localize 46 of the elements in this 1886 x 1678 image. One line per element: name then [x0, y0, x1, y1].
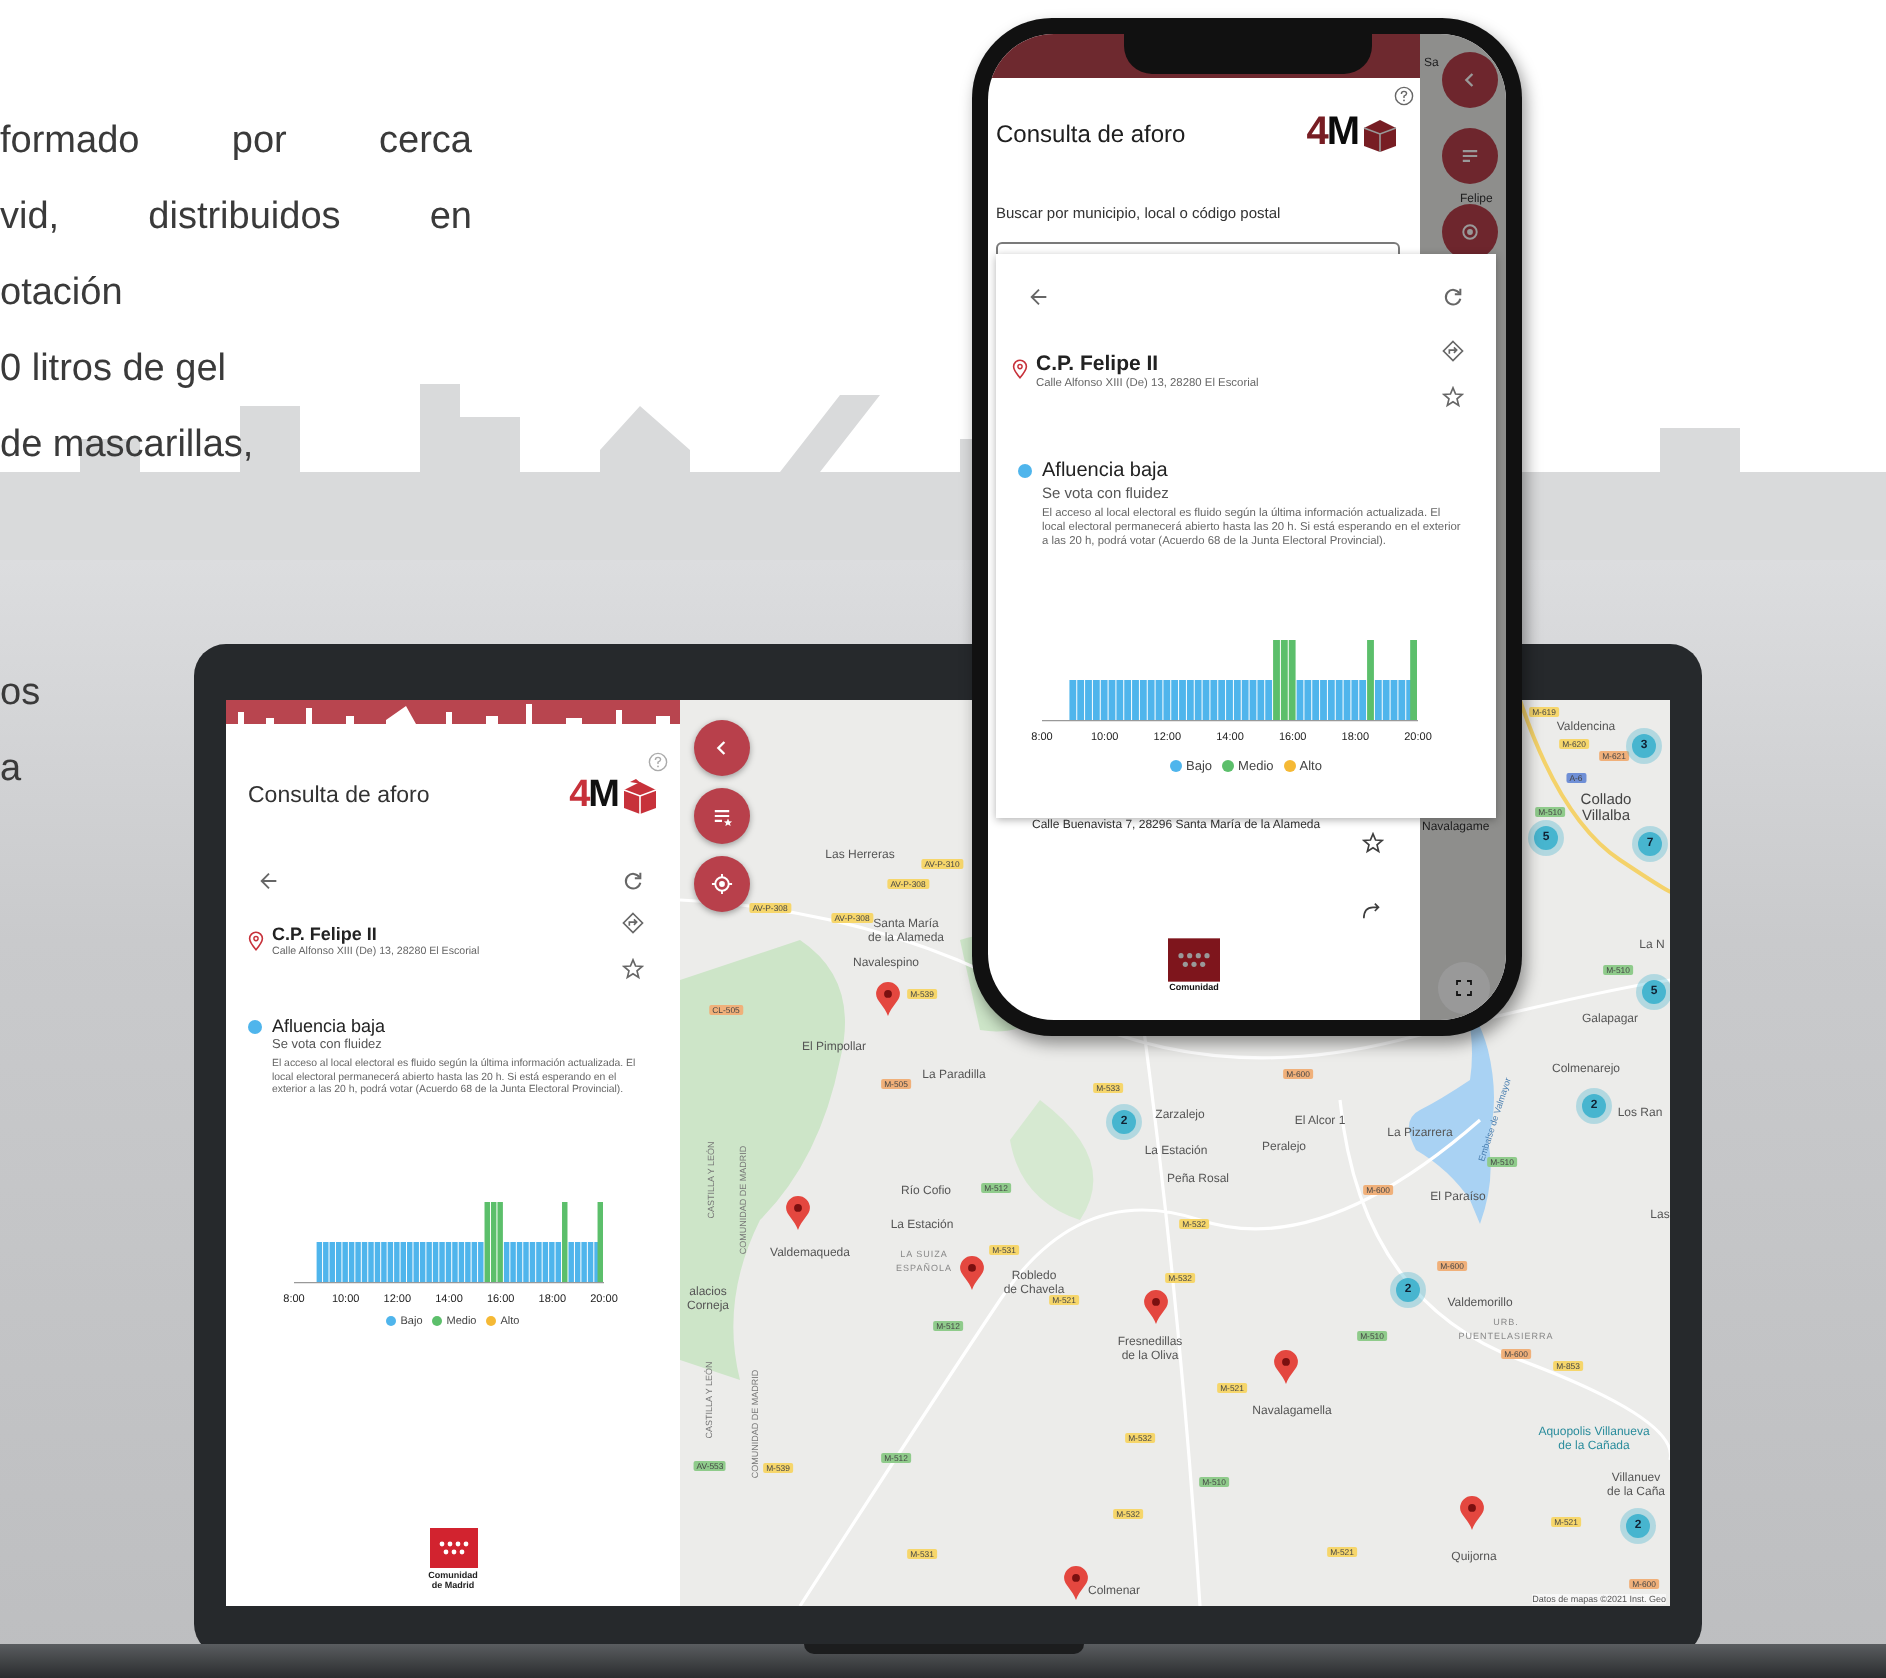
status-title: Afluencia baja — [1042, 460, 1170, 482]
star-icon[interactable] — [622, 958, 644, 980]
status-title: Afluencia baja — [272, 1016, 388, 1036]
map-pin-icon[interactable] — [1064, 1566, 1088, 1600]
map-pin-icon[interactable] — [1144, 1290, 1168, 1324]
directions-icon[interactable] — [1442, 340, 1464, 362]
help-icon[interactable] — [1394, 86, 1414, 106]
place-name: C.P. Felipe II — [272, 924, 379, 944]
location-pin-icon — [1012, 358, 1028, 380]
crosshair-icon — [710, 872, 734, 896]
directions-icon[interactable] — [1362, 900, 1384, 922]
body-text: formado por cerca — [0, 118, 472, 166]
woodland-area — [1010, 1100, 1094, 1220]
body-text: a — [0, 746, 22, 794]
map-pin-icon[interactable] — [786, 1196, 810, 1230]
app-logo: 4M — [1306, 110, 1400, 156]
back-arrow-icon[interactable] — [1028, 286, 1050, 308]
map-pin-icon[interactable] — [1460, 1496, 1484, 1530]
map-pin-icon[interactable] — [1274, 1350, 1298, 1384]
collapse-button[interactable] — [694, 720, 750, 776]
location-pin-icon — [248, 930, 264, 952]
back-arrow-icon[interactable] — [258, 870, 280, 892]
locate-button[interactable] — [694, 856, 750, 912]
map-pin-icon[interactable] — [960, 1256, 984, 1290]
crosshair-icon — [1458, 220, 1482, 244]
directions-icon[interactable] — [622, 912, 644, 934]
map-pin-icon[interactable] — [876, 982, 900, 1016]
body-text: os — [0, 670, 41, 718]
app-title: Consulta de aforo — [996, 119, 1186, 147]
star-icon[interactable] — [1362, 832, 1384, 854]
flag-stars-icon — [429, 1528, 477, 1568]
body-text: 0 litros de gel — [0, 346, 227, 394]
refresh-icon[interactable] — [622, 870, 644, 892]
body-text: de mascarillas, — [0, 422, 254, 470]
refresh-icon[interactable] — [1442, 286, 1464, 308]
app-title: Consulta de aforo — [248, 784, 430, 808]
place-name: C.P. Felipe II — [1036, 352, 1161, 376]
list-star-icon — [710, 804, 734, 828]
body-text: otación — [0, 270, 123, 318]
flag-stars-icon — [1168, 938, 1220, 982]
body-text: vid, distribuidos en — [0, 194, 472, 242]
list-icon — [1458, 144, 1482, 168]
app-logo: 4M — [569, 774, 660, 818]
star-icon[interactable] — [1442, 386, 1464, 408]
favorites-list-button[interactable] — [694, 788, 750, 844]
expand-icon — [1454, 978, 1474, 998]
